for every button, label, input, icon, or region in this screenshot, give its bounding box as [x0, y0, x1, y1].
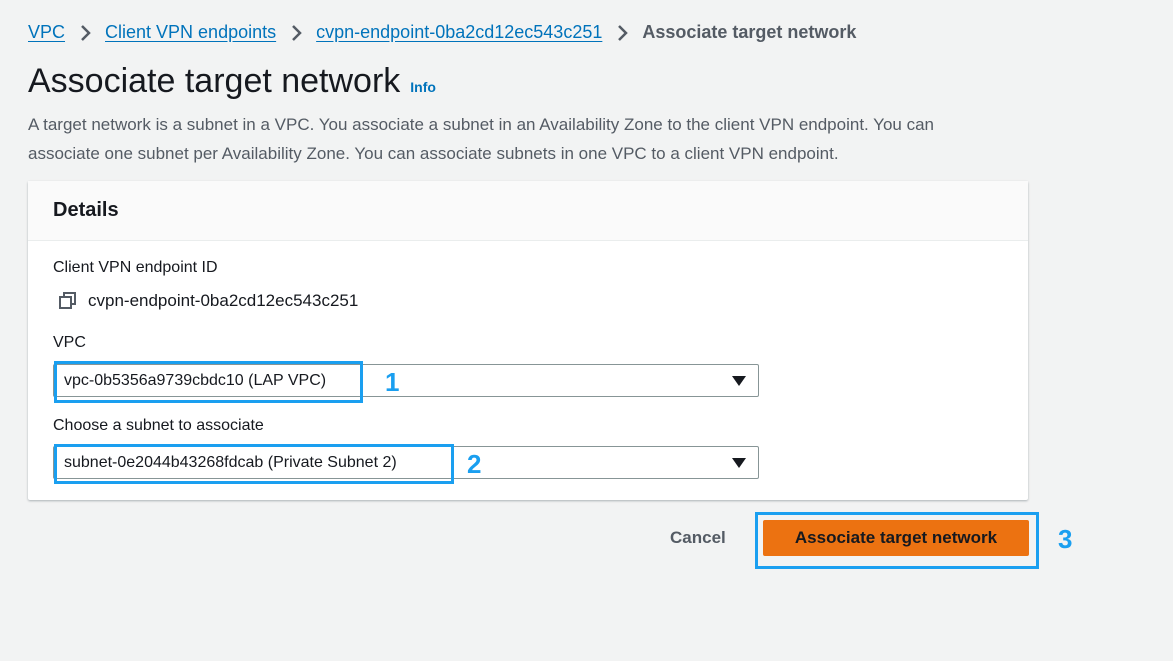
annotation-step-1: 1 — [385, 367, 400, 397]
caret-down-icon — [732, 376, 746, 386]
breadcrumb-current: Associate target network — [642, 22, 857, 42]
breadcrumb-vpc-link[interactable]: VPC — [28, 22, 65, 43]
page-header: Associate target network Info — [28, 62, 436, 101]
page-description: A target network is a subnet in a VPC. Y… — [28, 115, 935, 163]
copy-icon[interactable] — [58, 291, 78, 311]
annotation-highlight-vpc — [54, 361, 363, 403]
chevron-right-icon — [276, 24, 316, 42]
subnet-label: Choose a subnet to associate — [53, 417, 264, 434]
endpoint-id-value: cvpn-endpoint-0ba2cd12ec543c251 — [88, 291, 359, 310]
info-link[interactable]: Info — [410, 79, 436, 95]
annotation-step-3: 3 — [1058, 524, 1073, 554]
chevron-right-icon — [65, 24, 105, 42]
breadcrumb-endpoint-link[interactable]: cvpn-endpoint-0ba2cd12ec543c251 — [316, 22, 602, 43]
endpoint-id-label: Client VPN endpoint ID — [53, 259, 218, 276]
annotation-step-2: 2 — [467, 449, 482, 479]
breadcrumb: VPC Client VPN endpoints cvpn-endpoint-0… — [28, 22, 856, 43]
endpoint-id-value-row: cvpn-endpoint-0ba2cd12ec543c251 — [58, 291, 358, 311]
caret-down-icon — [732, 458, 746, 468]
details-heading: Details — [53, 199, 119, 221]
details-panel-header: Details — [28, 181, 1028, 241]
cancel-button[interactable]: Cancel — [660, 524, 736, 552]
chevron-right-icon — [602, 24, 642, 42]
vpc-label: VPC — [53, 334, 86, 351]
annotation-highlight-submit — [755, 512, 1039, 569]
annotation-highlight-subnet — [54, 444, 454, 484]
page-title: Associate target network — [28, 62, 401, 100]
breadcrumb-client-vpn-endpoints-link[interactable]: Client VPN endpoints — [105, 22, 276, 43]
